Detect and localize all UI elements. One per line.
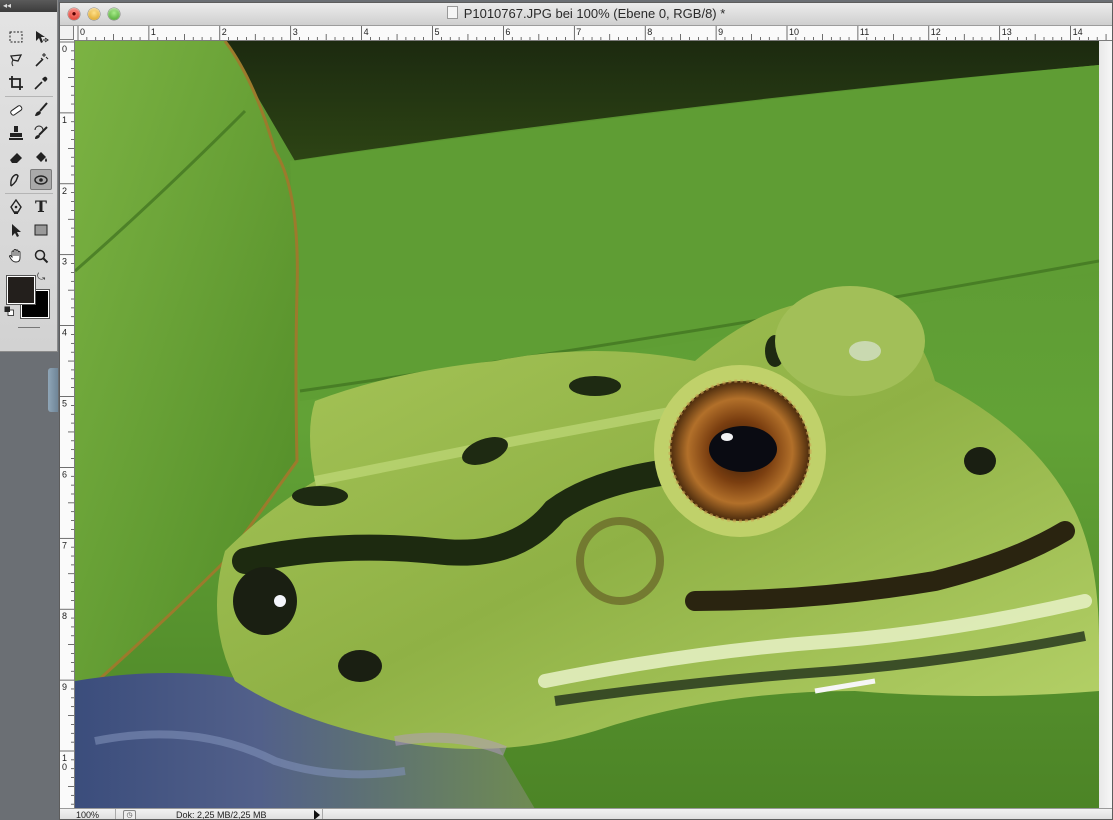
document-title-text: P1010767.JPG bei 100% (Ebene 0, RGB/8) * <box>463 6 726 21</box>
smudge-icon <box>10 173 19 187</box>
tools-panel: ◂◂ T ⤿ <box>0 0 58 352</box>
pen-icon <box>10 198 22 214</box>
rectangular-marquee-tool[interactable] <box>5 26 27 47</box>
horizontal-ruler-label: 10 <box>789 27 799 37</box>
vertical-ruler-label: 8 <box>62 611 67 621</box>
history-brush-tool[interactable] <box>30 122 52 143</box>
lasso-tool[interactable] <box>5 49 27 70</box>
type-icon: T <box>35 197 47 216</box>
frog-photo <box>75 41 1099 809</box>
vertical-ruler-label: 5 <box>62 399 67 409</box>
clone-stamp-tool[interactable] <box>5 122 27 143</box>
zoom-icon <box>34 249 49 263</box>
horizontal-ruler-label: 9 <box>718 27 723 37</box>
vertical-ruler-label: 1 <box>62 115 67 125</box>
horizontal-ruler-label: 14 <box>1073 27 1083 37</box>
document-window: ● P1010767.JPG bei 100% (Ebene 0, RGB/8)… <box>59 2 1113 820</box>
eraser-tool[interactable] <box>5 146 27 167</box>
document-icon <box>446 6 458 19</box>
desktop-item <box>48 368 58 412</box>
horizontal-ruler-label: 3 <box>293 27 298 37</box>
horizontal-ruler-label: 13 <box>1002 27 1012 37</box>
vertical-ruler-label: 0 <box>62 762 67 772</box>
horizontal-ruler-label: 0 <box>80 27 85 37</box>
horizontal-ruler-label: 12 <box>931 27 941 37</box>
vertical-ruler-label: 9 <box>62 682 67 692</box>
ruler-origin[interactable] <box>60 26 74 40</box>
default-colors-icon[interactable] <box>4 306 14 316</box>
pen-tool[interactable] <box>5 196 27 217</box>
dodge-tool[interactable] <box>30 169 52 190</box>
hand-icon <box>9 248 21 262</box>
horizontal-ruler-label: 7 <box>576 27 581 37</box>
swap-colors-icon[interactable]: ⤿ <box>37 272 45 283</box>
smudge-tool[interactable] <box>5 169 27 190</box>
hand-tool[interactable] <box>5 245 27 266</box>
crop-icon <box>9 75 23 90</box>
rectangular-marquee-icon <box>9 31 23 42</box>
lasso-icon <box>9 53 23 66</box>
move-tool[interactable] <box>30 26 52 47</box>
zoom-level-field[interactable]: 100% <box>60 809 116 819</box>
vertical-ruler-label: 4 <box>62 328 67 338</box>
eyedropper-tool[interactable] <box>30 72 52 93</box>
clone-stamp-icon <box>9 125 23 140</box>
document-size: Dok: 2,25 MB/2,25 MB <box>176 810 267 820</box>
dodge-icon <box>34 174 48 185</box>
vertical-ruler-label: 3 <box>62 257 67 267</box>
type-tool[interactable]: T <box>30 196 52 217</box>
status-bar: 100% ◷ Dok: 2,25 MB/2,25 MB <box>60 808 1112 820</box>
horizontal-ruler-label: 6 <box>505 27 510 37</box>
zoom-tool[interactable] <box>30 245 52 266</box>
foreground-color-swatch[interactable] <box>7 276 35 304</box>
brush-icon <box>35 101 48 116</box>
path-selection-tool[interactable] <box>5 219 27 240</box>
vertical-ruler-ticks: 012345678910 <box>60 41 74 805</box>
magic-wand-tool[interactable] <box>30 49 52 70</box>
horizontal-ruler-label: 2 <box>222 27 227 37</box>
vertical-ruler-label: 7 <box>62 540 67 550</box>
eraser-icon <box>10 152 22 163</box>
healing-brush-icon <box>10 104 23 116</box>
history-brush-icon <box>34 125 48 139</box>
status-info-icon[interactable]: ◷ <box>123 810 136 819</box>
horizontal-ruler-ticks: 0 1 2 3 4 5 6 7 8 9 10 11 12 13 14 <box>77 26 1107 40</box>
vertical-ruler-label: 6 <box>62 469 67 479</box>
horizontal-ruler-label: 1 <box>151 27 156 37</box>
move-icon <box>36 30 49 43</box>
vertical-scrollbar[interactable] <box>1099 41 1112 809</box>
vertical-ruler[interactable]: 012345678910 <box>60 40 75 808</box>
horizontal-ruler-label: 5 <box>435 27 440 37</box>
paint-bucket-tool[interactable] <box>30 146 52 167</box>
horizontal-ruler-label: 8 <box>647 27 652 37</box>
status-divider <box>322 809 323 819</box>
tools-panel-titlebar[interactable]: ◂◂ <box>0 0 57 12</box>
horizontal-ruler-label: 4 <box>364 27 369 37</box>
magic-wand-icon <box>35 52 49 67</box>
rectangle-shape-icon <box>34 224 48 235</box>
path-selection-icon <box>12 223 21 237</box>
document-titlebar[interactable]: ● P1010767.JPG bei 100% (Ebene 0, RGB/8)… <box>60 3 1112 26</box>
quick-mask-toggle[interactable] <box>18 327 40 328</box>
document-title: P1010767.JPG bei 100% (Ebene 0, RGB/8) * <box>60 3 1112 25</box>
status-menu-arrow-icon[interactable] <box>314 810 320 819</box>
crop-tool[interactable] <box>5 72 27 93</box>
rectangle-shape-tool[interactable] <box>30 219 52 240</box>
vertical-ruler-label: 2 <box>62 186 67 196</box>
eyedropper-icon <box>34 76 48 90</box>
healing-brush-tool[interactable] <box>5 99 27 120</box>
paint-bucket-icon <box>36 151 47 162</box>
vertical-ruler-label: 0 <box>62 44 67 54</box>
image-canvas[interactable] <box>75 41 1099 809</box>
horizontal-ruler[interactable]: 0 1 2 3 4 5 6 7 8 9 10 11 12 13 14 <box>74 26 1112 41</box>
horizontal-ruler-label: 11 <box>860 27 869 37</box>
brush-tool[interactable] <box>30 99 52 120</box>
